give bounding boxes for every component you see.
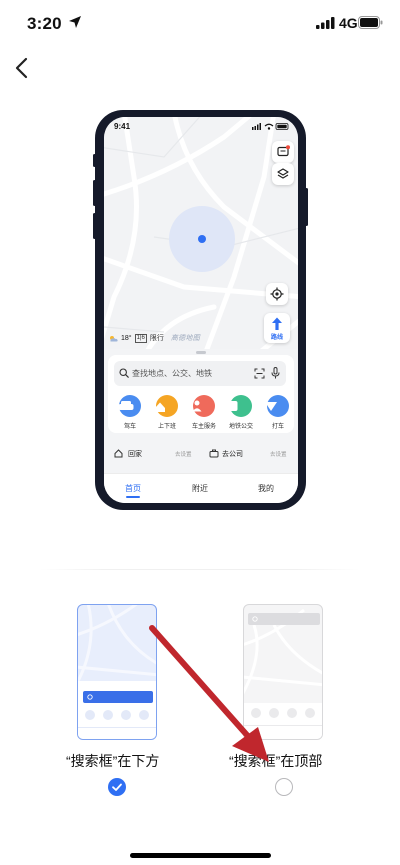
phone-side-button (93, 154, 96, 167)
layers-button[interactable] (272, 163, 294, 185)
location-arrow-icon (69, 16, 81, 28)
search-input[interactable]: 查找地点、公交、地铁 (114, 361, 286, 386)
phone-screen: 9:41 路线 18° 1|6 限行 高德地图 查找地点、公交、地铁 驾车 上下… (104, 117, 298, 503)
messages-button[interactable] (272, 141, 294, 163)
traffic-limit-badge: 1|6 (134, 333, 147, 343)
cellular-signal-icon (316, 17, 335, 29)
place-status: 去设置 (175, 452, 192, 458)
preview-status-time: 9:41 (114, 122, 131, 131)
phone-side-button (93, 180, 96, 206)
layout-top-thumbnail (244, 608, 322, 739)
category-glyphs (118, 400, 277, 412)
layout-bottom-thumbnail (78, 605, 156, 739)
tab-mine[interactable]: 我的 (258, 483, 274, 494)
home-icon (114, 449, 123, 458)
weather-row: 18° 1|6 限行 高德地图 (109, 333, 200, 343)
weather-cloud-icon (110, 335, 118, 341)
locate-button[interactable] (266, 283, 288, 305)
phone-side-button (305, 188, 308, 226)
status-time: 3:20 (27, 14, 62, 33)
briefcase-icon (209, 449, 219, 458)
place-home[interactable]: 回家 去设置 (108, 443, 200, 465)
network-type: 4G (339, 15, 358, 31)
message-icon (277, 145, 290, 157)
section-divider (40, 569, 360, 570)
phone-side-button (93, 213, 96, 239)
shortcut-places: 回家 去设置 去公司 去设置 (108, 443, 294, 465)
traffic-limit-label: 限行 (149, 335, 164, 342)
option-search-bottom-preview[interactable] (77, 604, 157, 740)
bottom-tab-bar: 首页 附近 我的 (104, 473, 298, 503)
place-status: 去设置 (270, 452, 287, 458)
battery-icon (358, 16, 383, 29)
scan-icon[interactable] (254, 368, 265, 379)
microphone-icon[interactable] (271, 367, 280, 379)
place-label: 回家 (128, 451, 142, 458)
panel-drag-handle[interactable] (196, 351, 206, 354)
route-arrow-icon (272, 317, 282, 330)
tab-home[interactable]: 首页 (125, 483, 141, 494)
layers-icon (277, 168, 289, 179)
route-button-label: 路线 (270, 335, 283, 341)
place-label: 去公司 (222, 451, 243, 458)
back-icon[interactable] (11, 56, 33, 80)
place-work[interactable]: 去公司 去设置 (204, 443, 294, 465)
option-search-top-preview[interactable] (243, 604, 323, 740)
option-label-bottom[interactable]: “搜索框”在下方 (66, 751, 159, 771)
search-icon (119, 368, 129, 378)
home-indicator[interactable] (130, 853, 271, 858)
route-button[interactable]: 路线 (264, 313, 290, 343)
option-top-radio[interactable] (275, 778, 293, 796)
search-placeholder: 查找地点、公交、地铁 (132, 369, 212, 378)
weather-temperature: 18° (121, 334, 132, 342)
preview-status-icons (252, 123, 289, 130)
option-bottom-radio[interactable] (108, 778, 126, 796)
status-bar: 3:20 4G (0, 0, 400, 46)
tab-nearby[interactable]: 附近 (192, 483, 208, 494)
active-tab-indicator (126, 496, 140, 498)
checkmark-icon (112, 783, 122, 791)
locate-icon (270, 287, 284, 301)
brand-watermark: 高德地图 (170, 335, 201, 342)
option-label-top[interactable]: “搜索框”在顶部 (229, 751, 322, 771)
